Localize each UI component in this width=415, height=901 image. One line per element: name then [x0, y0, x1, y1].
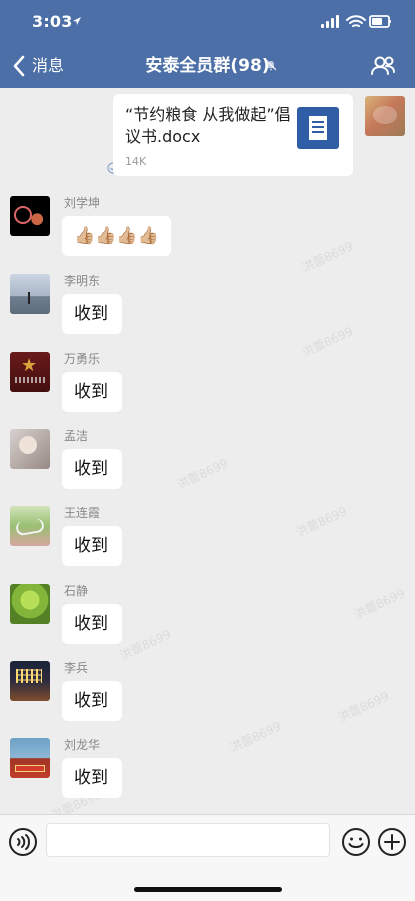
chat-message: 王连霞 收到: [10, 506, 370, 578]
chat-message: 李明东 收到: [10, 274, 370, 346]
chat-message: 刘龙华 收到: [10, 738, 370, 810]
file-size: 14K: [125, 155, 147, 168]
sender-name: 石静: [64, 584, 89, 598]
sender-name: 李明东: [64, 274, 101, 288]
emoji-button[interactable]: [341, 827, 371, 857]
avatar[interactable]: [10, 661, 50, 701]
chat-title: 安泰全员群(98): [145, 56, 270, 76]
sent-file-message: “节约粮食 从我做起”倡议书.docx 14K: [107, 94, 405, 178]
chat-message: 李兵 收到: [10, 661, 370, 733]
file-title: “节约粮食 从我做起”倡议书.docx: [125, 105, 291, 146]
sender-name: 万勇乐: [64, 352, 101, 366]
chat-input-bar: [0, 814, 415, 901]
wifi-icon: [346, 15, 366, 27]
avatar[interactable]: [10, 274, 50, 314]
document-paper-icon: [309, 116, 327, 140]
avatar[interactable]: [10, 584, 50, 624]
sender-name: 王连霞: [64, 506, 101, 520]
chat-message: 刘学坤 👍🏼👍🏼👍🏼👍🏼: [10, 196, 370, 268]
avatar[interactable]: [10, 196, 50, 236]
status-bar: 3:03: [0, 0, 415, 44]
self-avatar[interactable]: [365, 96, 405, 136]
top-bar: 3:03 消息 安泰全员群(98): [0, 0, 415, 88]
voice-button[interactable]: [8, 827, 38, 857]
status-time: 3:03: [32, 12, 73, 31]
status-icons: [321, 15, 391, 28]
mute-bell-icon: [265, 59, 277, 71]
sender-name: 孟洁: [64, 429, 89, 443]
avatar[interactable]: [10, 429, 50, 469]
avatar[interactable]: [10, 352, 50, 392]
message-bubble[interactable]: 收到: [62, 604, 122, 644]
chat-header: 消息 安泰全员群(98): [0, 44, 415, 88]
avatar[interactable]: [10, 506, 50, 546]
home-indicator: [134, 887, 282, 892]
document-icon: [297, 107, 339, 149]
message-bubble[interactable]: 收到: [62, 449, 122, 489]
chat-message: 万勇乐 收到: [10, 352, 370, 424]
sender-name: 刘龙华: [64, 738, 101, 752]
emoji-icon: [350, 837, 353, 841]
message-bubble[interactable]: 收到: [62, 681, 122, 721]
signal-icon: [321, 15, 339, 28]
location-arrow-icon: [73, 17, 81, 25]
chat-message: 石静 收到: [10, 584, 370, 656]
message-bubble[interactable]: 👍🏼👍🏼👍🏼👍🏼: [62, 216, 171, 256]
chat-area[interactable]: 洪蕾8699 洪蕾8699 洪蕾8699 洪蕾8699 洪蕾8699 洪蕾869…: [0, 88, 415, 814]
plus-icon: [384, 834, 400, 850]
message-bubble[interactable]: 收到: [62, 372, 122, 412]
file-bubble[interactable]: “节约粮食 从我做起”倡议书.docx 14K: [113, 94, 353, 176]
avatar[interactable]: [10, 738, 50, 778]
chat-message: 孟洁 收到: [10, 429, 370, 501]
group-members-icon[interactable]: [369, 54, 397, 78]
add-button[interactable]: [377, 827, 407, 857]
message-input[interactable]: [46, 823, 330, 857]
sender-name: 刘学坤: [64, 196, 101, 210]
message-bubble[interactable]: 收到: [62, 526, 122, 566]
message-bubble[interactable]: 收到: [62, 294, 122, 334]
voice-icon: [17, 838, 21, 846]
message-bubble[interactable]: 收到: [62, 758, 122, 798]
sender-name: 李兵: [64, 661, 89, 675]
battery-icon: [369, 15, 391, 28]
